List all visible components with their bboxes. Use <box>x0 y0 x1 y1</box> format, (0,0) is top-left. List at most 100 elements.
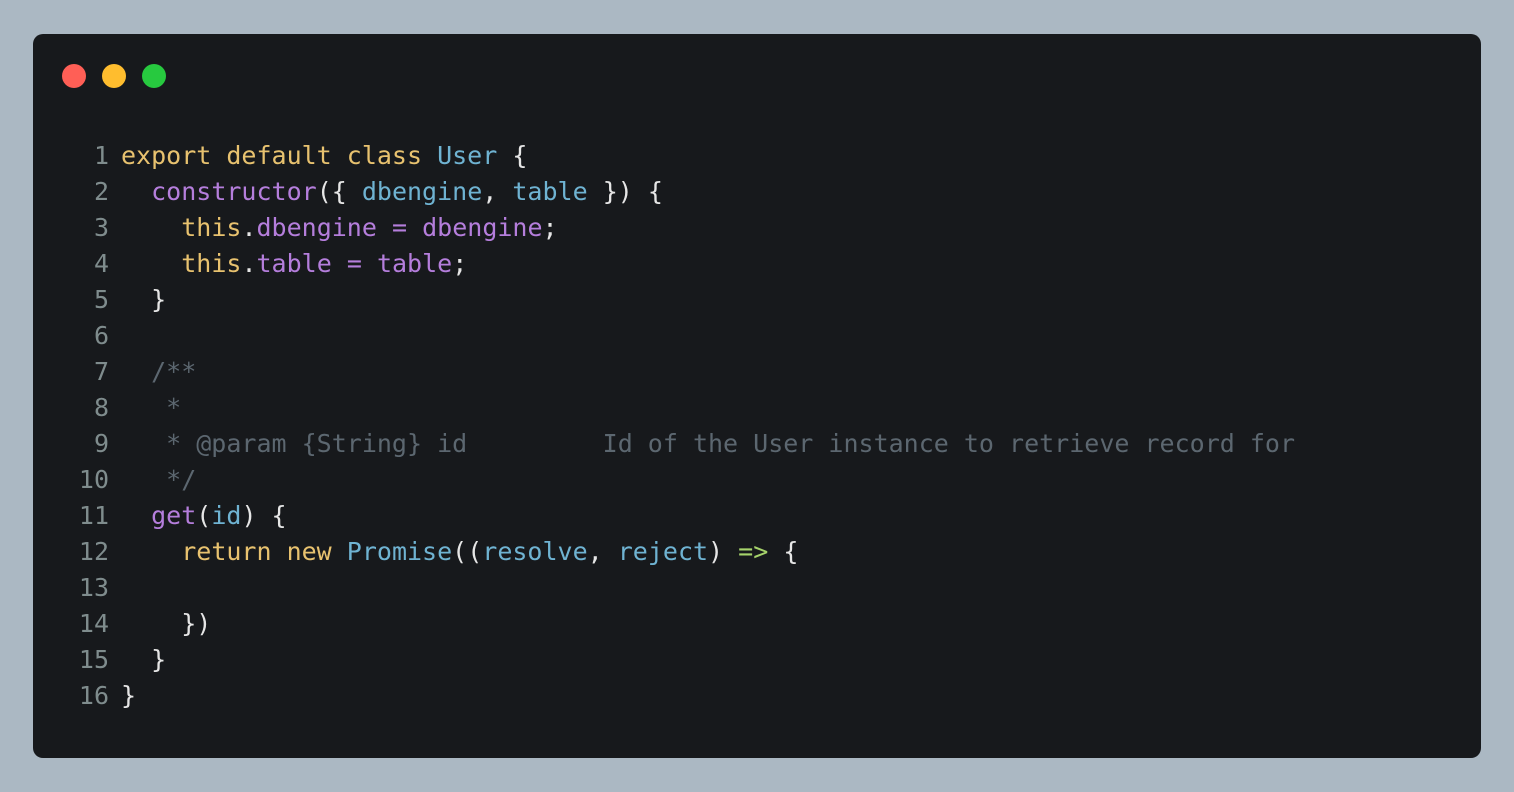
code-token: */ <box>166 465 197 494</box>
code-token: dbengine <box>422 213 543 242</box>
code-line: 2 constructor({ dbengine, table }) { <box>75 174 1295 210</box>
code-token: return new <box>181 537 347 566</box>
code-token: ) { <box>241 501 287 530</box>
code-token: . <box>241 213 257 242</box>
code-token: , <box>587 537 618 566</box>
code-token: dbengine <box>361 177 483 206</box>
line-number: 11 <box>78 501 109 530</box>
code-line: 1 export default class User { <box>75 138 1295 174</box>
code-line: 9 * @param {String} id Id of the User in… <box>75 426 1295 462</box>
code-token: User <box>437 141 498 170</box>
code-text: this.table = table; <box>121 246 467 282</box>
code-token: reject <box>617 537 709 566</box>
line-number: 8 <box>93 393 109 422</box>
code-token: ) <box>708 537 739 566</box>
code-line: 5 } <box>75 282 1295 318</box>
line-number: 15 <box>78 645 109 674</box>
code-window: 1 export default class User {2 constructo… <box>33 34 1481 758</box>
line-number: 5 <box>93 285 109 314</box>
code-token: this <box>181 249 242 278</box>
code-token: = <box>391 213 408 242</box>
line-number: 14 <box>78 609 109 638</box>
code-line: 8 * <box>75 390 1295 426</box>
code-line: 11 get(id) { <box>75 498 1295 534</box>
line-number: 4 <box>93 249 109 278</box>
line-number: 16 <box>78 681 109 710</box>
code-token: = <box>346 249 362 278</box>
code-token: { <box>497 141 528 170</box>
code-text: } <box>121 642 166 678</box>
code-token: constructor <box>151 177 317 206</box>
code-token: ; <box>452 249 468 278</box>
code-text: } <box>121 282 166 318</box>
code-token: { <box>768 537 799 566</box>
line-number: 6 <box>93 321 109 350</box>
code-line: 6 <box>75 318 1295 354</box>
minimize-dot-icon[interactable] <box>102 64 126 88</box>
code-token: }) <box>181 609 212 638</box>
code-token: ; <box>542 213 558 242</box>
code-token: => <box>738 537 769 566</box>
code-token: dbengine <box>256 213 377 242</box>
code-token: * @param {String} id Id of the User inst… <box>166 429 1296 458</box>
code-token: , <box>482 177 513 206</box>
line-number: 1 <box>93 141 109 170</box>
code-line: 16} <box>75 678 1295 714</box>
line-number: 2 <box>93 177 109 206</box>
code-line: 10 */ <box>75 462 1295 498</box>
code-text: this.dbengine = dbengine; <box>121 210 558 246</box>
code-text: export default class User { <box>121 138 527 174</box>
code-token: . <box>241 249 257 278</box>
code-line: 3 this.dbengine = dbengine; <box>75 210 1295 246</box>
code-text: constructor({ dbengine, table }) { <box>121 174 663 210</box>
line-number: 12 <box>78 537 109 566</box>
code-token: } <box>151 645 167 674</box>
code-token: ( <box>196 501 212 530</box>
code-text: */ <box>121 462 196 498</box>
code-token: /** <box>151 357 197 386</box>
code-text: }) <box>121 606 211 642</box>
zoom-dot-icon[interactable] <box>142 64 166 88</box>
code-line: 7 /** <box>75 354 1295 390</box>
code-token: Promise <box>346 537 453 566</box>
line-number: 10 <box>78 465 109 494</box>
code-token: resolve <box>482 537 588 566</box>
code-line: 14 }) <box>75 606 1295 642</box>
code-token: table <box>512 177 588 206</box>
code-text: get(id) { <box>121 498 287 534</box>
window-controls <box>62 64 166 88</box>
code-token: * <box>166 393 182 422</box>
code-line: 4 this.table = table; <box>75 246 1295 282</box>
code-token: } <box>121 681 137 710</box>
code-token: } <box>151 285 167 314</box>
code-token: ({ <box>316 177 362 206</box>
close-dot-icon[interactable] <box>62 64 86 88</box>
code-line: 12 return new Promise((resolve, reject) … <box>75 534 1295 570</box>
code-line: 15 } <box>75 642 1295 678</box>
code-token: id <box>211 501 242 530</box>
code-text: } <box>121 678 136 714</box>
code-token: table <box>376 249 453 278</box>
line-number: 13 <box>78 573 109 602</box>
code-text: /** <box>121 354 196 390</box>
code-text: * <box>121 390 181 426</box>
code-line: 13 <box>75 570 1295 606</box>
line-number: 7 <box>93 357 109 386</box>
code-text: * @param {String} id Id of the User inst… <box>121 426 1295 462</box>
code-token: export default class <box>121 141 438 170</box>
